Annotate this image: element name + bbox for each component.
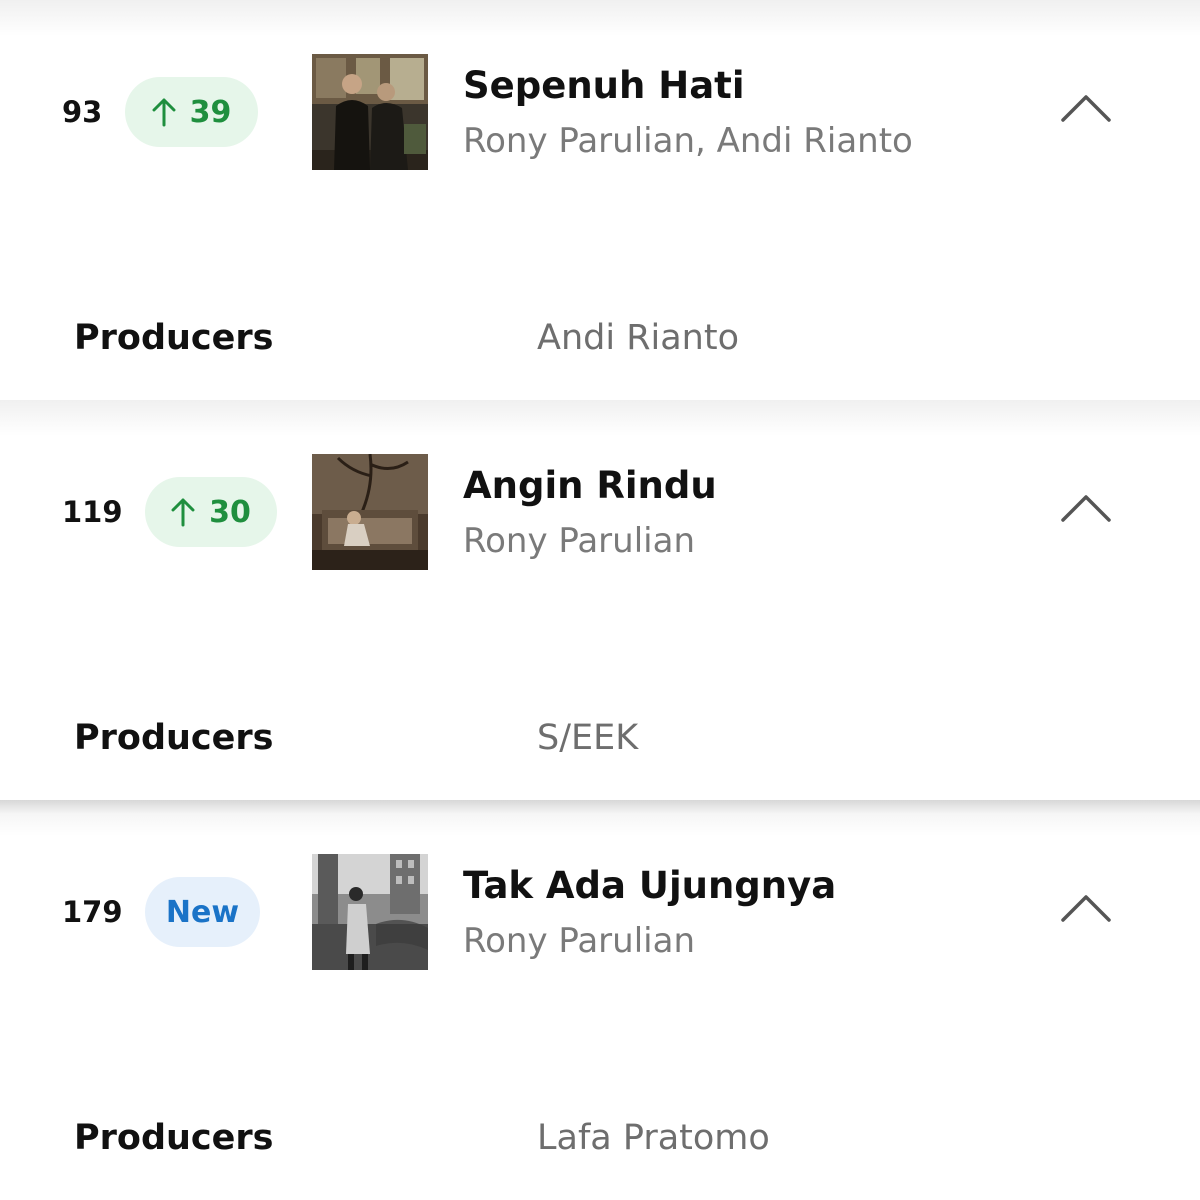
credit-label: Producers (74, 718, 274, 758)
chevron-up-icon[interactable] (1058, 888, 1114, 928)
rank-change-value: New (165, 894, 240, 930)
chart-position: 119 (62, 495, 123, 529)
credits-row: Producers Lafa Pratomo (0, 1110, 1200, 1166)
chevron-up-icon[interactable] (1058, 88, 1114, 128)
track-row[interactable]: 179 New Tak Ada Ujungnya Rony Parulian (0, 800, 1200, 1030)
track-title[interactable]: Sepenuh Hati (463, 62, 745, 110)
track-card: 179 New Tak Ada Ujungnya Rony Parulian P… (0, 800, 1200, 1200)
track-artists[interactable]: Rony Parulian, Andi Rianto (463, 118, 913, 164)
credits-row: Producers Andi Rianto (0, 310, 1200, 366)
credits-row: Producers S/EEK (0, 710, 1200, 766)
chart-position: 179 (62, 895, 123, 929)
arrow-up-icon (152, 98, 176, 127)
track-row[interactable]: 119 30 Angin Rindu Rony Parulian (0, 400, 1200, 630)
track-row[interactable]: 93 39 Sepenuh Hati Rony Parulian, Andi R… (0, 0, 1200, 230)
album-cover-image (312, 54, 428, 170)
arrow-up-icon (171, 498, 195, 527)
credit-value[interactable]: S/EEK (537, 714, 638, 762)
chart-position: 93 (62, 95, 103, 129)
album-cover-image (312, 854, 428, 970)
rank-change-badge: 39 (125, 77, 258, 147)
track-artists[interactable]: Rony Parulian (463, 518, 695, 564)
rank-change-badge: 30 (145, 477, 277, 547)
rank-change-value: 39 (189, 94, 232, 130)
new-entry-badge: New (145, 877, 260, 947)
credit-label: Producers (74, 1118, 274, 1158)
track-card: 119 30 Angin Rindu Rony Parulian Produce… (0, 400, 1200, 814)
chevron-up-icon[interactable] (1058, 488, 1114, 528)
credit-label: Producers (74, 318, 274, 358)
rank-change-value: 30 (209, 494, 251, 530)
track-title[interactable]: Tak Ada Ujungnya (463, 862, 836, 910)
track-artists[interactable]: Rony Parulian (463, 918, 695, 964)
album-cover-image (312, 454, 428, 570)
track-title[interactable]: Angin Rindu (463, 462, 717, 510)
credit-value[interactable]: Lafa Pratomo (537, 1114, 770, 1162)
credit-value[interactable]: Andi Rianto (537, 314, 739, 362)
track-card: 93 39 Sepenuh Hati Rony Parulian, Andi R… (0, 0, 1200, 400)
chart-track-list: 93 39 Sepenuh Hati Rony Parulian, Andi R… (0, 0, 1200, 1200)
